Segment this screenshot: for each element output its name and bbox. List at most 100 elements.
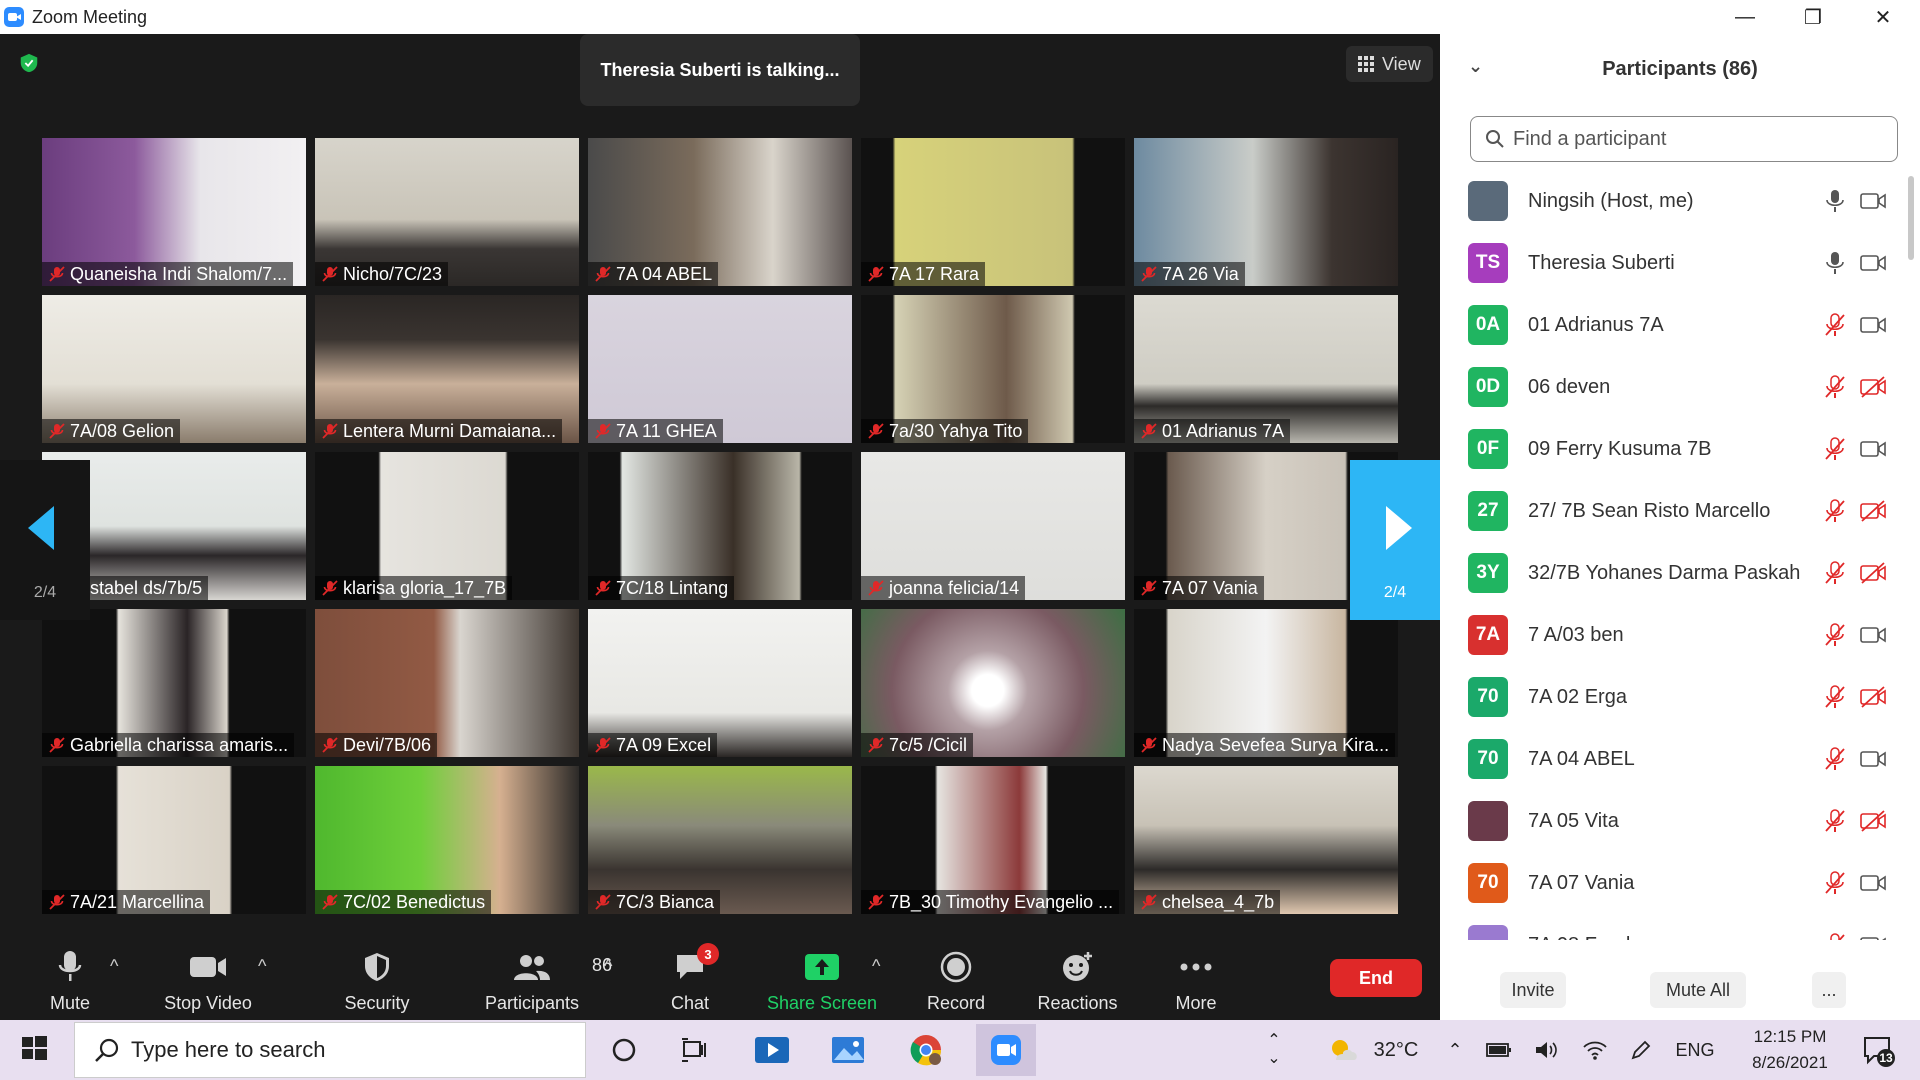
video-camera-icon[interactable] [1860,189,1886,213]
video-tile[interactable]: 7A 17 Rara [861,138,1125,286]
chrome-browser-icon[interactable] [904,1028,948,1072]
video-tile[interactable]: Nadya Sevefea Surya Kira... [1134,609,1398,757]
video-tile[interactable]: 7A/21 Marcellina [42,766,306,914]
invite-button[interactable]: Invite [1500,972,1566,1008]
taskbar-scroll-arrows[interactable]: ⌃ ⌄ [1262,1020,1286,1080]
microphone-muted-icon[interactable] [1824,747,1846,771]
system-clock[interactable]: 12:15 PM 8/26/2021 [1730,1024,1850,1076]
share-options-caret[interactable]: ^ [872,956,880,977]
participants-scrollbar[interactable] [1906,170,1916,940]
wifi-icon[interactable] [1580,1020,1610,1080]
video-camera-icon[interactable] [1860,623,1886,647]
video-tile[interactable]: 7C/02 Benedictus [315,766,579,914]
microphone-muted-icon[interactable] [1824,499,1846,523]
microphone-on-icon[interactable] [1824,189,1846,213]
video-tile[interactable]: 7c/5 /Cicil [861,609,1125,757]
video-tile[interactable]: 7A 04 ABEL [588,138,852,286]
video-tile[interactable]: 7A 09 Excel [588,609,852,757]
participant-row[interactable]: 0D 06 deven [1440,356,1906,418]
microphone-muted-icon[interactable] [1824,685,1846,709]
audio-options-caret[interactable]: ^ [110,956,118,977]
chat-button[interactable]: 3 Chat [650,936,730,1020]
participant-row[interactable]: 0A 01 Adrianus 7A [1440,294,1906,356]
mute-button[interactable]: Mute [30,936,110,1020]
video-tile[interactable]: 7a/30 Yahya Tito [861,295,1125,443]
photos-app-icon[interactable] [826,1028,870,1072]
video-tile[interactable]: 7C/3 Bianca [588,766,852,914]
microphone-muted-icon[interactable] [1824,437,1846,461]
video-camera-icon[interactable] [1860,871,1886,895]
video-tile[interactable]: 7A 11 GHEA [588,295,852,443]
show-hidden-icons-caret[interactable]: ⌃ [1440,1020,1470,1080]
microphone-on-icon[interactable] [1824,251,1846,275]
media-player-icon[interactable] [750,1028,794,1072]
reactions-button[interactable]: Reactions [1030,936,1125,1020]
more-button[interactable]: More [1160,936,1232,1020]
video-tile[interactable]: 01 Adrianus 7A [1134,295,1398,443]
video-camera-icon[interactable] [1860,251,1886,275]
participant-row[interactable]: 0F 09 Ferry Kusuma 7B [1440,418,1906,480]
video-tile[interactable]: chelsea_4_7b [1134,766,1398,914]
windows-start-icon[interactable] [20,1034,52,1066]
video-off-icon[interactable] [1860,561,1886,585]
video-tile[interactable]: 7B_30 Timothy Evangelio ... [861,766,1125,914]
record-button[interactable]: Record [916,936,996,1020]
mute-all-button[interactable]: Mute All [1650,972,1746,1008]
participant-row[interactable]: 70 7A 04 ABEL [1440,728,1906,790]
volume-icon[interactable] [1532,1020,1562,1080]
participants-options-caret[interactable]: ^ [604,956,612,977]
video-tile[interactable]: joanna felicia/14 [861,452,1125,600]
previous-page-button[interactable]: 2/4 [0,460,90,620]
participant-row[interactable]: 7A 08 Farah [1440,914,1906,940]
video-tile[interactable]: Nicho/7C/23 [315,138,579,286]
restore-button[interactable]: ❐ [1778,0,1848,34]
microphone-muted-icon[interactable] [1824,561,1846,585]
weather-sun-icon[interactable] [1324,1020,1360,1080]
encryption-shield-icon[interactable] [16,50,42,76]
video-tile[interactable]: 7A 26 Via [1134,138,1398,286]
pen-icon[interactable] [1626,1020,1656,1080]
participant-search[interactable] [1470,116,1898,162]
video-options-caret[interactable]: ^ [258,956,266,977]
video-tile[interactable]: Lentera Murni Damaiana... [315,295,579,443]
participant-row[interactable]: 70 7A 07 Vania [1440,852,1906,914]
battery-icon[interactable] [1484,1020,1514,1080]
video-off-icon[interactable] [1860,685,1886,709]
taskbar-search-input[interactable] [131,1037,551,1063]
participant-row[interactable]: 3Y 32/7B Yohanes Darma Paskah [1440,542,1906,604]
participant-row[interactable]: 70 7A 02 Erga [1440,666,1906,728]
video-off-icon[interactable] [1860,375,1886,399]
video-tile[interactable]: 7A/08 Gelion [42,295,306,443]
microphone-muted-icon[interactable] [1824,623,1846,647]
participant-row[interactable]: 27 27/ 7B Sean Risto Marcello [1440,480,1906,542]
input-language[interactable]: ENG [1670,1020,1720,1080]
video-camera-icon[interactable] [1860,313,1886,337]
taskbar-search[interactable] [74,1022,586,1078]
collapse-chevron-icon[interactable]: ⌄ [1468,56,1483,77]
participant-row[interactable]: 7A 7 A/03 ben [1440,604,1906,666]
participant-row[interactable]: TS Theresia Suberti [1440,232,1906,294]
microphone-muted-icon[interactable] [1824,871,1846,895]
video-off-icon[interactable] [1860,809,1886,833]
video-camera-icon[interactable] [1860,747,1886,771]
video-tile[interactable]: Gabriella charissa amaris... [42,609,306,757]
view-button[interactable]: View [1346,46,1433,82]
microphone-muted-icon[interactable] [1824,933,1846,940]
participant-row[interactable]: 7A 05 Vita [1440,790,1906,852]
security-button[interactable]: Security [332,936,422,1020]
cortana-icon[interactable] [602,1028,646,1072]
weather-temperature[interactable]: 32°C [1366,1020,1426,1080]
video-tile[interactable]: Quaneisha Indi Shalom/7... [42,138,306,286]
end-meeting-button[interactable]: End [1330,959,1422,997]
video-tile[interactable]: Devi/7B/06 [315,609,579,757]
participants-button[interactable]: 86 Participants [474,936,612,1020]
scrollbar-thumb[interactable] [1908,176,1914,260]
video-camera-icon[interactable] [1860,933,1886,940]
panel-more-button[interactable]: ... [1812,972,1846,1008]
video-camera-icon[interactable] [1860,437,1886,461]
participant-search-input[interactable] [1513,127,1873,151]
notifications-icon[interactable]: 13 [1862,1034,1896,1068]
microphone-muted-icon[interactable] [1824,809,1846,833]
video-tile[interactable]: 7C/18 Lintang [588,452,852,600]
microphone-muted-icon[interactable] [1824,313,1846,337]
